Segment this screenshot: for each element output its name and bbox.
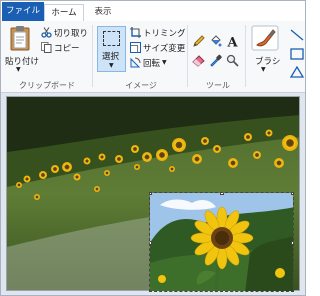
line-shape-icon[interactable]	[290, 29, 304, 41]
crop-label: トリミング	[143, 29, 186, 39]
cut-label: 切り取り	[54, 29, 89, 39]
eraser-icon[interactable]	[192, 54, 205, 67]
chevron-down-icon: ▼	[16, 66, 21, 73]
rotate-button[interactable]: 回転 ▼	[130, 57, 190, 69]
ribbon-tab-bar: ファイル ホーム 表示	[1, 1, 305, 22]
brush-button[interactable]: ブラシ ▼	[249, 25, 281, 77]
brush-icon	[251, 25, 279, 51]
magnifier-icon[interactable]	[226, 54, 239, 67]
chevron-down-icon: ▼	[261, 66, 266, 73]
cut-button[interactable]: 切り取り	[41, 27, 91, 39]
chevron-down-icon: ▼	[109, 62, 114, 69]
resize-handle-top-left[interactable]	[150, 193, 152, 195]
triangle-shape-icon[interactable]	[290, 66, 304, 78]
crop-icon	[130, 27, 141, 38]
resize-handle-left[interactable]	[150, 241, 152, 245]
tab-view[interactable]: 表示	[87, 4, 119, 21]
group-divider	[92, 25, 93, 87]
canvas-area[interactable]	[1, 93, 305, 295]
resize-handle-top-right[interactable]	[291, 193, 293, 195]
clipboard-group-label: クリップボード	[19, 81, 75, 90]
resize-handle-right[interactable]	[291, 241, 293, 245]
text-icon[interactable]: A	[226, 35, 239, 49]
resize-label: サイズ変更	[143, 44, 186, 54]
copy-label: コピー	[54, 44, 80, 54]
resize-handle-top[interactable]	[220, 193, 224, 195]
pencil-icon[interactable]	[192, 35, 205, 48]
fill-bucket-icon[interactable]	[209, 35, 222, 48]
paint-window: ファイル ホーム 表示 貼り付け ▼ 切り取り コピー クリップボード 選択 ▼…	[0, 0, 306, 296]
tab-file[interactable]: ファイル	[2, 2, 44, 21]
group-divider	[245, 25, 246, 87]
copy-button[interactable]: コピー	[41, 42, 91, 54]
brush-label: ブラシ	[255, 57, 281, 67]
paste-label: 貼り付け	[5, 57, 40, 67]
select-label: 選択	[102, 52, 120, 62]
resize-icon	[130, 42, 141, 53]
copy-icon	[41, 42, 52, 53]
sunflower-closeup-photo	[150, 193, 293, 291]
rotate-icon	[130, 57, 141, 68]
color-picker-icon[interactable]	[209, 54, 222, 67]
select-button[interactable]: 選択 ▼	[97, 26, 126, 72]
svg-text:A: A	[226, 36, 238, 49]
rectangle-shape-icon[interactable]	[290, 48, 304, 60]
paste-button[interactable]: 貼り付け ▼	[5, 25, 39, 77]
tab-home[interactable]: ホーム	[44, 4, 84, 22]
rotate-label: 回転	[143, 59, 161, 69]
chevron-down-icon: ▼	[162, 59, 167, 66]
group-divider	[187, 25, 188, 87]
selection-rectangle-icon	[103, 31, 120, 46]
image-group-label: イメージ	[125, 81, 157, 90]
clipboard-paste-icon	[10, 26, 30, 51]
pasted-selection[interactable]	[149, 192, 294, 292]
scissors-icon	[41, 27, 52, 38]
ribbon-home: 貼り付け ▼ 切り取り コピー クリップボード 選択 ▼ トリミング サイズ変更…	[1, 21, 305, 93]
resize-button[interactable]: サイズ変更	[130, 42, 190, 54]
crop-button[interactable]: トリミング	[130, 27, 190, 39]
tools-group-label: ツール	[206, 81, 230, 90]
